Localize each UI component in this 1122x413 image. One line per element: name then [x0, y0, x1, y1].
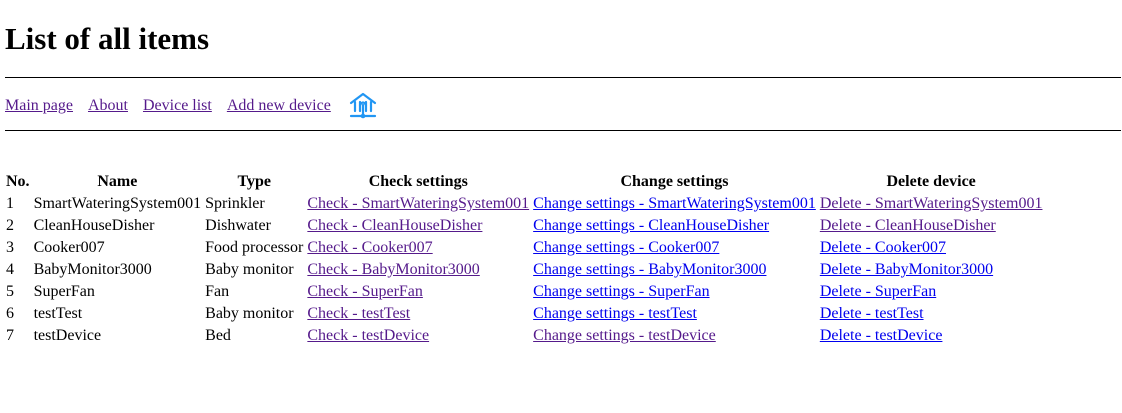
- change-settings-link-cell: Change settings - BabyMonitor3000: [532, 260, 817, 280]
- table-header-row: No. Name Type Check settings Change sett…: [5, 172, 1043, 192]
- check-settings-link[interactable]: Check - Cooker007: [307, 239, 432, 256]
- delete-device-link-cell: Delete - CleanHouseDisher: [819, 216, 1044, 236]
- bottom-divider: [5, 130, 1121, 131]
- main-nav: Main page About Device list Add new devi…: [5, 91, 393, 121]
- device-type: Fan: [205, 283, 230, 300]
- check-settings-link-cell: Check - SuperFan: [306, 282, 530, 302]
- change-settings-link-cell: Change settings - CleanHouseDisher: [532, 216, 817, 236]
- check-settings-link[interactable]: Check - SmartWateringSystem001: [307, 195, 529, 212]
- check-settings-link-cell: Check - BabyMonitor3000: [306, 260, 530, 280]
- device-table: No. Name Type Check settings Change sett…: [3, 170, 1045, 348]
- header-delete-device: Delete device: [886, 173, 976, 190]
- change-settings-link[interactable]: Change settings - SmartWateringSystem001: [533, 195, 816, 212]
- header-name: Name: [97, 173, 138, 190]
- device-name: CleanHouseDisher: [33, 217, 155, 234]
- delete-device-link-cell: Delete - testDevice: [819, 326, 1044, 346]
- change-settings-link[interactable]: Change settings - Cooker007: [533, 239, 719, 256]
- device-name: Cooker007: [33, 239, 105, 256]
- check-settings-link-cell: Check - testTest: [306, 304, 530, 324]
- delete-device-link[interactable]: Delete - BabyMonitor3000: [820, 261, 993, 278]
- nav-link-about[interactable]: About: [88, 96, 128, 116]
- change-settings-link-cell: Change settings - Cooker007: [532, 238, 817, 258]
- delete-device-link[interactable]: Delete - Cooker007: [820, 239, 946, 256]
- table-row: 1 SmartWateringSystem001 Sprinkler Check - …: [5, 194, 1043, 214]
- header-change-settings: Change settings: [620, 173, 729, 190]
- smart-home-icon[interactable]: [348, 91, 378, 121]
- table-row: 2 CleanHouseDisher Dishwater Check - CleanH…: [5, 216, 1043, 236]
- check-settings-link-cell: Check - CleanHouseDisher: [306, 216, 530, 236]
- check-settings-link-cell: Check - testDevice: [306, 326, 530, 346]
- page-title: List of all items: [5, 21, 210, 56]
- header-no: No.: [6, 173, 30, 190]
- check-settings-link[interactable]: Check - testDevice: [307, 327, 429, 344]
- delete-device-link-cell: Delete - Cooker007: [819, 238, 1044, 258]
- delete-device-link[interactable]: Delete - testDevice: [820, 327, 943, 344]
- nav-link-device-list[interactable]: Device list: [143, 96, 212, 116]
- nav-link-main-page[interactable]: Main page: [5, 96, 73, 116]
- device-name: testDevice: [33, 327, 102, 344]
- change-settings-link-cell: Change settings - SuperFan: [532, 282, 817, 302]
- check-settings-link-cell: Check - Cooker007: [306, 238, 530, 258]
- device-name: testTest: [33, 305, 83, 322]
- change-settings-link-cell: Change settings - testDevice: [532, 326, 817, 346]
- device-type: Dishwater: [205, 217, 271, 234]
- device-type: Bed: [205, 327, 231, 344]
- row-number: 2: [6, 217, 14, 234]
- change-settings-link[interactable]: Change settings - CleanHouseDisher: [533, 217, 769, 234]
- delete-device-link[interactable]: Delete - SuperFan: [820, 283, 936, 300]
- check-settings-link[interactable]: Check - testTest: [307, 305, 410, 322]
- delete-device-link[interactable]: Delete - SmartWateringSystem001: [820, 195, 1043, 212]
- delete-device-link-cell: Delete - SuperFan: [819, 282, 1044, 302]
- delete-device-link[interactable]: Delete - testTest: [820, 305, 924, 322]
- delete-device-link[interactable]: Delete - CleanHouseDisher: [820, 217, 996, 234]
- change-settings-link[interactable]: Change settings - BabyMonitor3000: [533, 261, 766, 278]
- row-number: 3: [6, 239, 14, 256]
- device-type: Sprinkler: [205, 195, 265, 212]
- row-number: 7: [6, 327, 14, 344]
- table-row: 3 Cooker007 Food processor Check - Cooker00…: [5, 238, 1043, 258]
- device-type: Baby monitor: [205, 261, 294, 278]
- smart-home-icon-graphic: [349, 92, 376, 119]
- row-number: 6: [6, 305, 14, 322]
- table-row: 5 SuperFan Fan Check - SuperFan Change setti…: [5, 282, 1043, 302]
- change-settings-link[interactable]: Change settings - SuperFan: [533, 283, 709, 300]
- check-settings-link[interactable]: Check - BabyMonitor3000: [307, 261, 479, 278]
- header-check-settings: Check settings: [368, 173, 468, 190]
- row-number: 1: [6, 195, 14, 212]
- row-number: 5: [6, 283, 14, 300]
- change-settings-link-cell: Change settings - testTest: [532, 304, 817, 324]
- check-settings-link[interactable]: Check - CleanHouseDisher: [307, 217, 482, 234]
- change-settings-link[interactable]: Change settings - testTest: [533, 305, 697, 322]
- delete-device-link-cell: Delete - BabyMonitor3000: [819, 260, 1044, 280]
- device-name: SuperFan: [33, 283, 95, 300]
- table-row: 4 BabyMonitor3000 Baby monitor Check - Baby…: [5, 260, 1043, 280]
- device-name: BabyMonitor3000: [33, 261, 152, 278]
- table-row: 6 testTest Baby monitor Check - testTest Cha…: [5, 304, 1043, 324]
- device-type: Food processor: [205, 239, 304, 256]
- header-type: Type: [237, 173, 271, 190]
- delete-device-link-cell: Delete - testTest: [819, 304, 1044, 324]
- check-settings-link-cell: Check - SmartWateringSystem001: [306, 194, 530, 214]
- change-settings-link[interactable]: Change settings - testDevice: [533, 327, 716, 344]
- change-settings-link-cell: Change settings - SmartWateringSystem001: [532, 194, 817, 214]
- nav-link-add-new-device[interactable]: Add new device: [227, 96, 331, 116]
- table-row: 7 testDevice Bed Check - testDevice Change s…: [5, 326, 1043, 346]
- row-number: 4: [6, 261, 14, 278]
- delete-device-link-cell: Delete - SmartWateringSystem001: [819, 194, 1044, 214]
- device-name: SmartWateringSystem001: [33, 195, 202, 212]
- device-type: Baby monitor: [205, 305, 294, 322]
- top-divider: [5, 77, 1121, 78]
- check-settings-link[interactable]: Check - SuperFan: [307, 283, 423, 300]
